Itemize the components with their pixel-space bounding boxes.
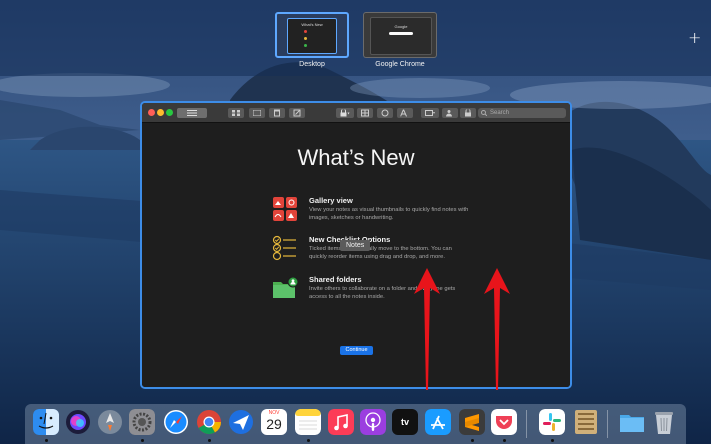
whats-new-title: What’s New <box>297 145 415 170</box>
media-button[interactable] <box>421 108 439 118</box>
apple-tv-icon[interactable]: tv <box>392 409 418 435</box>
continue-button[interactable]: Continue <box>340 346 373 355</box>
gallery-view-button[interactable] <box>228 108 244 118</box>
siri-icon[interactable] <box>65 409 91 435</box>
lock-note-icon <box>465 109 471 117</box>
finder-icon[interactable] <box>33 409 59 435</box>
space-desktop-thumbnail[interactable]: What's New <box>275 12 349 58</box>
safari-icon[interactable] <box>163 409 189 435</box>
launchpad-icon[interactable] <box>97 409 123 435</box>
pocket-icon[interactable] <box>491 409 517 435</box>
add-space-plus-icon[interactable]: + <box>688 28 701 47</box>
attachments-button[interactable] <box>249 108 265 118</box>
apple-tv-label: tv <box>400 417 409 427</box>
podcasts-icon[interactable] <box>360 409 386 435</box>
checklist-icon <box>272 235 296 261</box>
share-button[interactable] <box>442 108 458 118</box>
chrome-icon[interactable] <box>196 409 222 435</box>
feature-title: Gallery view <box>309 196 353 205</box>
gallery-icon <box>273 197 297 221</box>
desktop-thumb-title: What's New <box>301 22 323 27</box>
chrome-mini-window: Google <box>370 17 432 55</box>
archive-icon[interactable] <box>573 409 599 435</box>
checklist-button[interactable] <box>377 108 393 118</box>
music-icon[interactable] <box>328 409 354 435</box>
sidebar-toggle-button[interactable] <box>177 108 207 118</box>
red-annotation-arrow-right <box>484 268 510 390</box>
format-button[interactable] <box>397 108 413 118</box>
search-icon <box>481 110 487 116</box>
new-note-button[interactable] <box>289 108 305 118</box>
shared-folder-icon <box>273 276 298 298</box>
close-window-button[interactable] <box>148 109 155 116</box>
space-label-desktop: Desktop <box>299 61 325 68</box>
text-format-icon <box>400 109 407 117</box>
running-indicator <box>551 439 554 442</box>
search-placeholder: Search <box>490 110 510 116</box>
mini-folder-icon <box>304 44 307 47</box>
lock-note-button[interactable] <box>460 108 476 118</box>
running-indicator <box>141 439 144 442</box>
delete-button[interactable] <box>269 108 285 118</box>
window-toolbar: Search <box>142 103 570 123</box>
red-annotation-arrow-left <box>414 268 440 390</box>
sublime-text-icon[interactable] <box>459 409 485 435</box>
chrome-thumb-title: Google <box>394 24 408 29</box>
mini-checklist-icon <box>304 37 307 40</box>
dock-tooltip-notes: Notes <box>340 240 371 251</box>
table-button[interactable] <box>357 108 373 118</box>
compose-icon <box>293 109 301 117</box>
desktop-mini-window: What's New <box>287 18 337 54</box>
downloads-folder-icon[interactable] <box>619 409 645 435</box>
add-people-icon <box>446 110 452 117</box>
space-google-chrome-thumbnail[interactable]: Google <box>363 12 437 58</box>
running-indicator <box>307 439 310 442</box>
lock-icon <box>340 109 350 117</box>
running-indicator <box>45 439 48 442</box>
space-label-google-chrome: Google Chrome <box>375 61 425 68</box>
spark-mail-icon[interactable] <box>228 409 254 435</box>
table-icon <box>361 109 369 117</box>
photo-icon <box>425 110 435 116</box>
system-preferences-icon[interactable] <box>129 409 155 435</box>
trash-icon[interactable] <box>651 409 677 435</box>
running-indicator <box>208 439 211 442</box>
lock-button[interactable] <box>336 108 354 118</box>
dock-separator <box>607 410 608 438</box>
feature-description: Invite others to collaborate on a folder… <box>309 286 456 300</box>
zoom-window-button[interactable] <box>166 109 173 116</box>
chrome-mini-search-bar <box>389 32 413 35</box>
minimize-window-button[interactable] <box>157 109 164 116</box>
feature-description: View your notes as visual thumbnails to … <box>309 207 469 221</box>
list-view-icon <box>187 110 197 116</box>
dock-separator <box>526 410 527 438</box>
running-indicator <box>503 439 506 442</box>
trash-icon <box>274 109 280 117</box>
running-indicator <box>471 439 474 442</box>
grid-icon <box>232 110 240 116</box>
feature-description: Ticked items automatically move to the b… <box>309 246 452 260</box>
feature-title: Shared folders <box>309 275 362 284</box>
check-circle-icon <box>381 109 389 117</box>
calendar-day: 29 <box>266 416 282 432</box>
app-store-icon[interactable] <box>425 409 451 435</box>
search-field[interactable]: Search <box>478 108 566 118</box>
notes-icon[interactable] <box>295 409 321 435</box>
attachments-icon <box>253 110 261 116</box>
slack-icon[interactable] <box>539 409 565 435</box>
calendar-icon[interactable]: NOV 29 <box>261 409 287 435</box>
mini-gallery-icon <box>304 30 307 33</box>
